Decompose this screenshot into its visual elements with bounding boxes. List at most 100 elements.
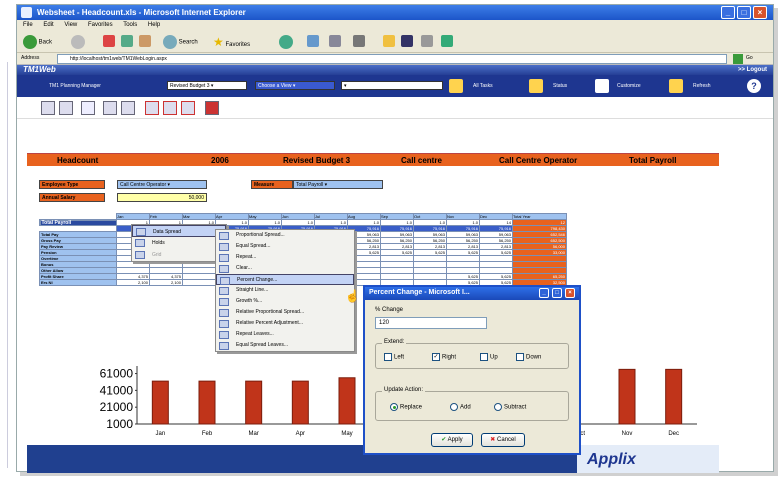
spread-menu-label: Straight Line...: [236, 287, 269, 293]
slice-icon[interactable]: [103, 101, 117, 115]
menu-edit[interactable]: Edit: [43, 22, 53, 28]
y-tick-label: 21000: [100, 400, 134, 414]
print-icon: [353, 35, 365, 48]
customize-icon[interactable]: [595, 79, 609, 93]
stop-button[interactable]: [103, 35, 115, 49]
spread-option-icon: [219, 287, 229, 295]
spread-menu-item[interactable]: Proportional Spread...: [216, 230, 354, 241]
update-action-label: Update Action:: [382, 387, 426, 393]
menu-holds[interactable]: Holds▸: [132, 237, 226, 249]
discuss-button[interactable]: [441, 35, 453, 49]
cancel-button[interactable]: ✖ Cancel: [481, 433, 525, 447]
favorites-button[interactable]: ★ Favorites: [213, 35, 250, 49]
search-button[interactable]: Search: [163, 35, 198, 49]
x-tick-label: Feb: [202, 431, 213, 437]
status-icon[interactable]: [529, 79, 543, 93]
menu-favorites[interactable]: Favorites: [88, 22, 113, 28]
subset-select[interactable]: ▾: [341, 81, 443, 90]
menu-file[interactable]: File: [23, 22, 33, 28]
minimize-icon[interactable]: _: [721, 6, 735, 19]
subtract-radio[interactable]: Subtract: [494, 403, 526, 413]
dialog-minimize-icon[interactable]: _: [539, 288, 549, 298]
refresh-link[interactable]: Refresh: [693, 83, 711, 89]
address-input[interactable]: http://localhost/tm1web/TM1WebLogin.aspx: [57, 54, 727, 64]
measure-select[interactable]: Total Payroll ▾: [293, 180, 383, 189]
export-icon[interactable]: [59, 101, 73, 115]
spread-menu-item[interactable]: Relative Proportional Spread...: [216, 307, 354, 318]
back-button[interactable]: Back: [23, 35, 52, 49]
save-view-icon[interactable]: [449, 79, 463, 93]
spread-menu-label: Repeat...: [236, 254, 257, 260]
spread-menu-item[interactable]: Growth %...: [216, 296, 354, 307]
dialog-maximize-icon[interactable]: □: [552, 288, 562, 298]
history-button[interactable]: [307, 35, 319, 49]
media-button[interactable]: [279, 35, 293, 49]
spread-menu-item[interactable]: Equal Spread Leaves...: [216, 340, 354, 351]
all-tasks-link[interactable]: All Tasks: [473, 83, 493, 89]
dialog-close-icon[interactable]: ×: [565, 288, 575, 298]
checkbox-icon: [480, 353, 488, 361]
menu-data-spread[interactable]: Data Spread▸: [132, 225, 226, 237]
sandbox-icon[interactable]: [81, 101, 95, 115]
chart-bar: [151, 380, 169, 425]
spread-menu-item[interactable]: Repeat...: [216, 252, 354, 263]
close-icon[interactable]: ×: [753, 6, 767, 19]
home-button[interactable]: [139, 35, 151, 49]
grid-cell[interactable]: 2,100: [149, 279, 183, 286]
save-icon[interactable]: [41, 101, 55, 115]
spread-menu-item[interactable]: Relative Percent Adjustment...: [216, 318, 354, 329]
refresh-icon: [121, 35, 133, 48]
go-button[interactable]: Go: [746, 55, 753, 61]
zoom-in-icon[interactable]: [145, 101, 159, 115]
y-tick-label: 61000: [100, 367, 134, 381]
grid-cell[interactable]: [182, 279, 216, 286]
go-icon[interactable]: [733, 54, 743, 64]
folder-button[interactable]: [383, 35, 395, 49]
print-button[interactable]: [353, 35, 365, 49]
apply-button[interactable]: ✔ Apply: [431, 433, 473, 447]
planning-manager-link[interactable]: TM1 Planning Manager: [49, 83, 101, 89]
menu-help[interactable]: Help: [148, 22, 160, 28]
messenger-button[interactable]: [421, 35, 433, 49]
spread-menu-item[interactable]: Repeat Leaves...: [216, 329, 354, 340]
spread-menu-label: Repeat Leaves...: [236, 331, 274, 337]
pdf-icon[interactable]: [121, 101, 135, 115]
spread-menu-label: Equal Spread Leaves...: [236, 342, 288, 348]
employee-type-select[interactable]: Call Centre Operator ▾: [117, 180, 207, 189]
extend-right-checkbox[interactable]: ✓ Right: [432, 353, 456, 363]
maximize-icon[interactable]: □: [737, 6, 751, 19]
customize-link[interactable]: Customize: [617, 83, 641, 89]
spread-menu-item[interactable]: Equal Spread...: [216, 241, 354, 252]
spread-menu-item[interactable]: Percent Change...: [216, 274, 354, 285]
window-title: Websheet - Headcount.xls - Microsoft Int…: [37, 8, 246, 17]
spread-menu-item[interactable]: Clear...: [216, 263, 354, 274]
extend-down-checkbox[interactable]: Down: [516, 353, 541, 363]
edit-icon: [401, 35, 413, 48]
refresh-button[interactable]: [121, 35, 133, 49]
edit-button[interactable]: [401, 35, 413, 49]
spread-option-icon: [219, 309, 229, 317]
mail-button[interactable]: [329, 35, 341, 49]
grid-cell[interactable]: 2,100: [116, 279, 150, 286]
version-select[interactable]: Revised Budget 3 ▾: [167, 81, 247, 90]
replace-radio[interactable]: Replace: [390, 403, 422, 413]
zoom-reset-icon[interactable]: [181, 101, 195, 115]
help-icon[interactable]: ?: [747, 79, 761, 93]
logout-link[interactable]: >> Logout: [738, 65, 767, 75]
forward-button[interactable]: [71, 35, 85, 49]
chart-icon[interactable]: [205, 101, 219, 115]
extend-up-checkbox[interactable]: Up: [480, 353, 498, 363]
menu-tools[interactable]: Tools: [123, 22, 137, 28]
add-radio[interactable]: Add: [450, 403, 471, 413]
zoom-out-icon[interactable]: [163, 101, 177, 115]
pct-change-input[interactable]: 120: [375, 317, 487, 329]
refresh-tm1-icon[interactable]: [669, 79, 683, 93]
menu-view[interactable]: View: [64, 22, 77, 28]
spread-menu-item[interactable]: Straight Line...: [216, 285, 354, 296]
view-select[interactable]: Choose a View ▾: [255, 81, 335, 90]
extend-left-checkbox[interactable]: Left: [384, 353, 404, 363]
annual-salary-input[interactable]: 50,000: [117, 193, 207, 202]
tm1-brand: TM1Web: [23, 65, 56, 74]
menu-grid[interactable]: Grid: [132, 249, 226, 261]
status-link[interactable]: Status: [553, 83, 567, 89]
